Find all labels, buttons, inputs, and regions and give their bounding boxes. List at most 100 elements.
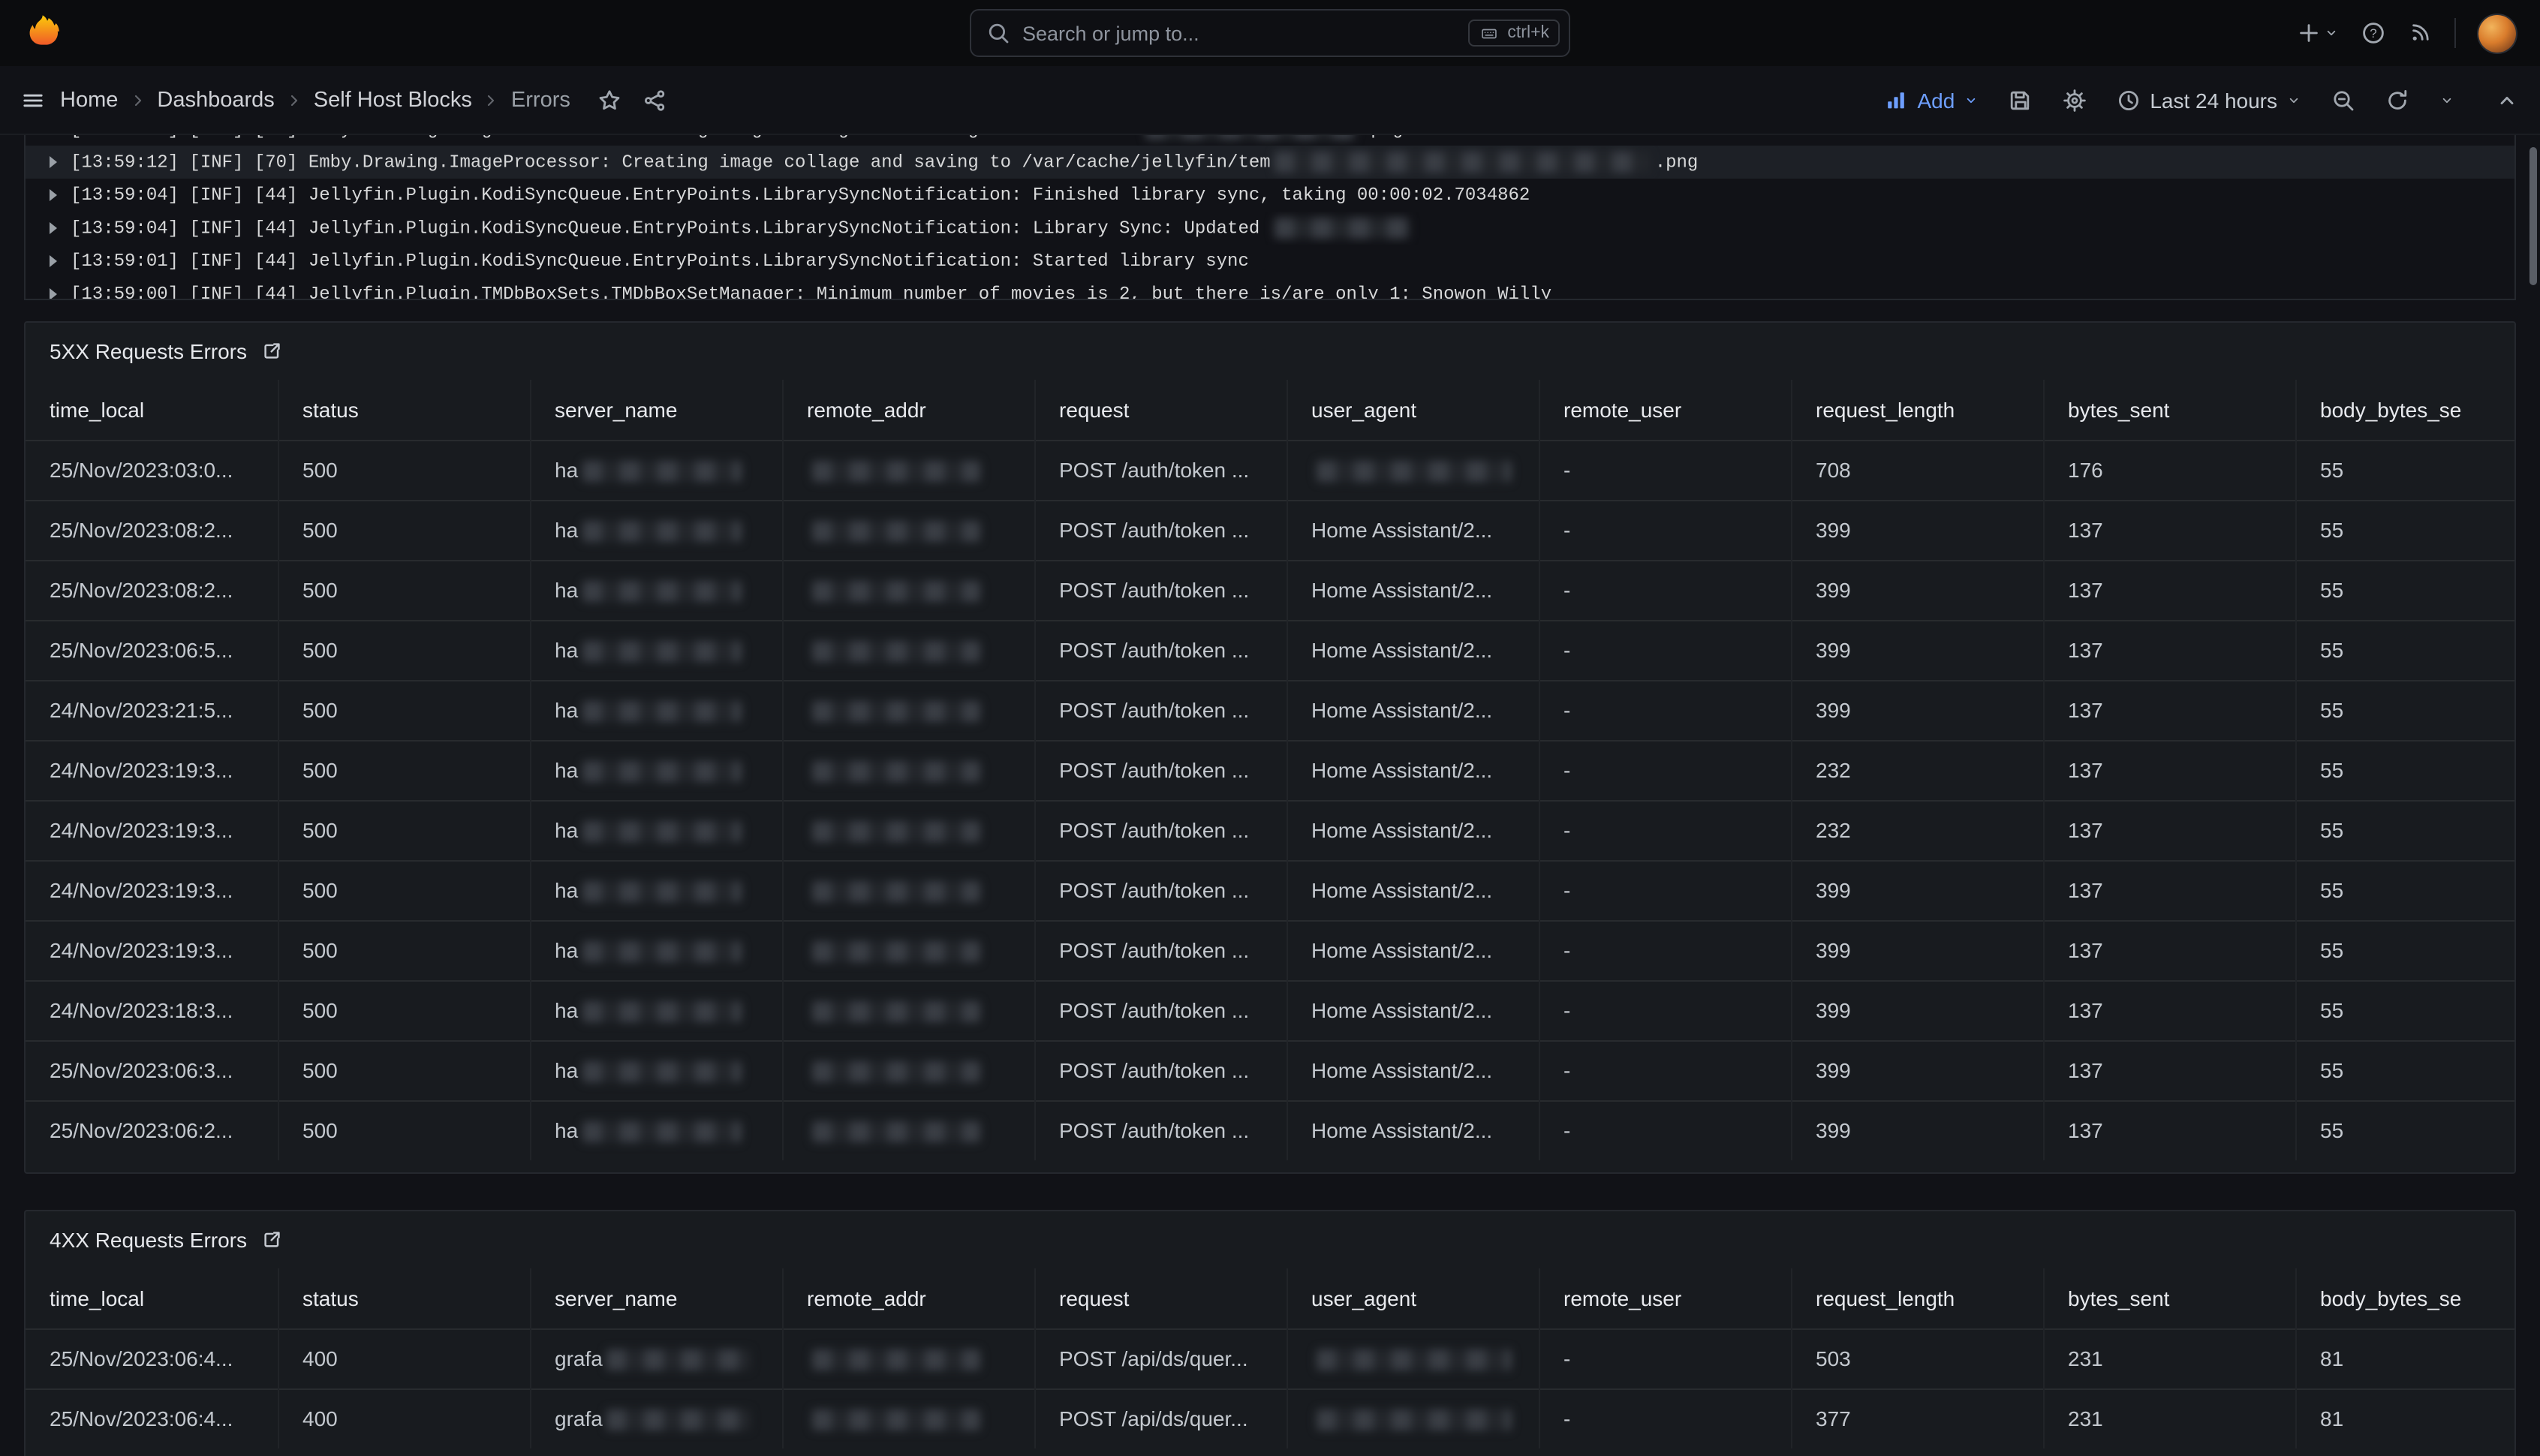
time-range-picker[interactable]: Last 24 hours (2106, 80, 2312, 119)
panel-title[interactable]: 5XX Requests Errors (50, 339, 247, 363)
column-header-remote_addr[interactable]: remote_addr (782, 1268, 1034, 1328)
column-header-server_name[interactable]: server_name (530, 380, 782, 440)
expand-caret-icon[interactable] (50, 189, 57, 201)
zoom-out-time-button[interactable] (2321, 80, 2366, 119)
refresh-button[interactable] (2375, 80, 2420, 119)
table-cell: 25/Nov/2023:06:5... (26, 620, 278, 680)
column-header-status[interactable]: status (278, 1268, 530, 1328)
column-header-time_local[interactable]: time_local (26, 1268, 278, 1328)
table-cell: Home Assistant/2... (1287, 980, 1539, 1040)
keyboard-icon (1479, 25, 1500, 41)
external-link-icon[interactable] (260, 1229, 281, 1250)
log-line[interactable]: [13:59:14] [INF] [70] Emby.Drawing.Image… (26, 135, 2514, 146)
add-panel-button[interactable]: Add (1873, 80, 1989, 119)
cell-text: - (1563, 638, 1570, 662)
table-cell: 400 (278, 1328, 530, 1388)
panel-header: 4XX Requests Errors (26, 1211, 2514, 1268)
column-header-status[interactable]: status (278, 380, 530, 440)
column-header-request[interactable]: request (1034, 380, 1287, 440)
table-cell: - (1539, 500, 1791, 560)
column-header-bytes_sent[interactable]: bytes_sent (2043, 1268, 2295, 1328)
column-header-request_length[interactable]: request_length (1791, 380, 2043, 440)
user-avatar[interactable] (2478, 14, 2516, 52)
menu-toggle-button[interactable] (21, 88, 45, 112)
table-cell: - (1539, 1328, 1791, 1388)
external-link-icon[interactable] (260, 341, 281, 362)
table-cell (782, 920, 1034, 980)
table-cell (782, 560, 1034, 620)
expand-caret-icon[interactable] (50, 288, 57, 300)
table-cell: 137 (2043, 740, 2295, 800)
log-line[interactable]: [13:59:04] [INF] [44] Jellyfin.Plugin.Ko… (26, 212, 2514, 245)
table-cell: ha (530, 680, 782, 740)
share-icon[interactable] (643, 88, 667, 112)
table-cell: Home Assistant/2... (1287, 740, 1539, 800)
breadcrumb-home[interactable]: Home (60, 88, 118, 112)
refresh-interval-dropdown[interactable] (2429, 85, 2465, 115)
cell-text: 137 (2068, 518, 2103, 542)
rss-icon (2408, 21, 2432, 45)
table-cell: 500 (278, 920, 530, 980)
panel-header: 5XX Requests Errors (26, 323, 2514, 380)
chevron-right-icon (285, 91, 303, 109)
cell-text: ha (555, 818, 578, 842)
expand-caret-icon[interactable] (50, 255, 57, 267)
table-cell: 708 (1791, 440, 2043, 500)
log-line[interactable]: [13:59:12] [INF] [70] Emby.Drawing.Image… (26, 146, 2514, 179)
redacted-block (1316, 1410, 1511, 1431)
table-cell: 176 (2043, 440, 2295, 500)
table-row: 25/Nov/2023:03:0...500haPOST /auth/token… (26, 440, 2516, 500)
column-header-time_local[interactable]: time_local (26, 380, 278, 440)
column-header-request_length[interactable]: request_length (1791, 1268, 2043, 1328)
breadcrumb-self-host-blocks[interactable]: Self Host Blocks (314, 88, 472, 112)
cell-text: Home Assistant/2... (1311, 878, 1492, 902)
panel-title[interactable]: 4XX Requests Errors (50, 1228, 247, 1252)
table-cell (782, 980, 1034, 1040)
column-header-body_bytes_se[interactable]: body_bytes_se (2295, 1268, 2516, 1328)
log-line[interactable]: [13:59:00] [INF] [44] Jellyfin.Plugin.TM… (26, 278, 2514, 300)
table-cell (782, 1040, 1034, 1100)
log-line[interactable]: [13:59:04] [INF] [44] Jellyfin.Plugin.Ko… (26, 179, 2514, 212)
column-header-server_name[interactable]: server_name (530, 1268, 782, 1328)
help-icon: ? (2361, 21, 2385, 45)
cell-text: 137 (2068, 1119, 2103, 1143)
cell-text: 137 (2068, 1058, 2103, 1082)
table-cell: ha (530, 980, 782, 1040)
refresh-icon (2385, 88, 2409, 112)
cell-text: POST /auth/token ... (1059, 578, 1249, 602)
column-header-body_bytes_se[interactable]: body_bytes_se (2295, 380, 2516, 440)
dashboard-content: [13:59:14] [INF] [70] Emby.Drawing.Image… (0, 135, 2540, 1456)
save-dashboard-button[interactable] (1998, 80, 2043, 119)
column-header-remote_addr[interactable]: remote_addr (782, 380, 1034, 440)
collapse-toolbar-button[interactable] (2495, 88, 2519, 112)
table-cell: 399 (1791, 680, 2043, 740)
table-row: 25/Nov/2023:06:5...500haPOST /auth/token… (26, 620, 2516, 680)
column-header-remote_user[interactable]: remote_user (1539, 1268, 1791, 1328)
table-cell: - (1539, 800, 1791, 860)
add-new-button[interactable] (2297, 21, 2339, 45)
table-cell: 55 (2295, 500, 2516, 560)
log-line[interactable]: [13:59:01] [INF] [44] Jellyfin.Plugin.Ko… (26, 245, 2514, 278)
errors-table-4xx: time_localstatusserver_nameremote_addrre… (26, 1268, 2516, 1448)
column-header-request[interactable]: request (1034, 1268, 1287, 1328)
redacted-block (811, 821, 980, 842)
page-scrollbar-thumb[interactable] (2529, 147, 2537, 285)
help-button[interactable]: ? (2361, 21, 2385, 45)
column-header-user_agent[interactable]: user_agent (1287, 1268, 1539, 1328)
column-header-user_agent[interactable]: user_agent (1287, 380, 1539, 440)
column-header-bytes_sent[interactable]: bytes_sent (2043, 380, 2295, 440)
cell-text: ha (555, 1058, 578, 1082)
search-input[interactable]: Search or jump to... ctrl+k (970, 9, 1570, 57)
breadcrumb-dashboards[interactable]: Dashboards (157, 88, 274, 112)
column-header-remote_user[interactable]: remote_user (1539, 380, 1791, 440)
grafana-logo[interactable] (24, 14, 63, 53)
news-button[interactable] (2408, 21, 2432, 45)
star-icon[interactable] (597, 88, 621, 112)
expand-caret-icon[interactable] (50, 222, 57, 234)
table-cell: 399 (1791, 980, 2043, 1040)
table-cell: - (1539, 1388, 1791, 1448)
redacted-block (1275, 152, 1651, 173)
expand-caret-icon[interactable] (50, 156, 57, 168)
redacted-block (582, 761, 742, 782)
dashboard-settings-button[interactable] (2052, 80, 2097, 119)
